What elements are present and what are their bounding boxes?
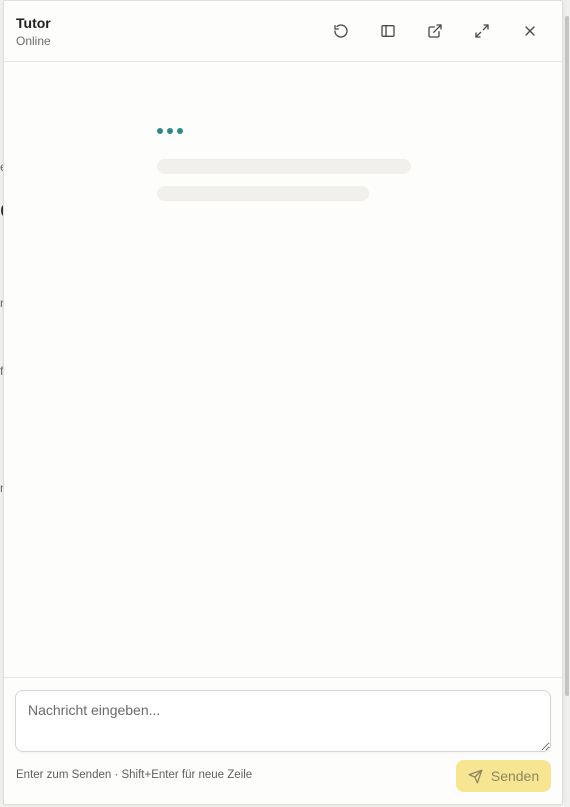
chat-title: Tutor: [16, 15, 51, 31]
chat-header: Tutor Online: [4, 1, 562, 62]
external-link-icon: [428, 24, 442, 38]
typing-dot: [167, 128, 173, 134]
message-area[interactable]: [4, 62, 562, 678]
refresh-icon: [334, 24, 348, 38]
close-icon: [525, 26, 535, 36]
loading-skeleton-line: [157, 186, 369, 201]
typing-dot: [177, 128, 183, 134]
page-scrollbar[interactable]: [564, 0, 570, 807]
sidebar-icon: [381, 25, 395, 37]
reset-chat-button[interactable]: [327, 17, 355, 45]
chat-status: Online: [16, 34, 51, 48]
composer: Enter zum Senden · Shift+Enter für neue …: [4, 677, 562, 804]
toggle-sidebar-button[interactable]: [374, 17, 402, 45]
typing-indicator: [157, 128, 183, 134]
chat-panel: Tutor Online Nachricht eingeben... Enter…: [3, 0, 563, 805]
send-button[interactable]: Senden: [456, 760, 551, 792]
open-external-button[interactable]: [421, 17, 449, 45]
typing-dot: [157, 128, 163, 134]
expand-icon: [475, 24, 489, 38]
expand-button[interactable]: [468, 17, 496, 45]
send-button-label: Senden: [490, 768, 540, 784]
scrollbar-thumb[interactable]: [565, 16, 569, 696]
send-icon: [468, 769, 483, 783]
message-input[interactable]: [15, 690, 551, 752]
close-button[interactable]: [516, 17, 544, 45]
keyboard-hint: Enter zum Senden · Shift+Enter für neue …: [16, 769, 253, 781]
loading-skeleton-line: [157, 159, 411, 174]
